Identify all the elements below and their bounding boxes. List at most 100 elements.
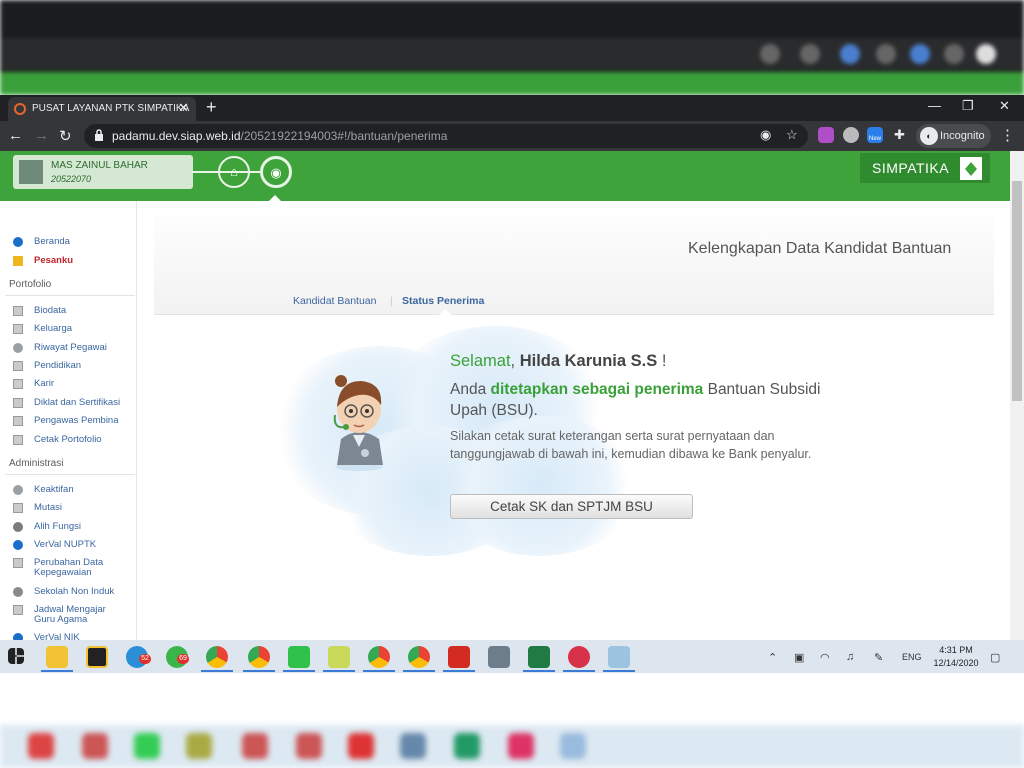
clock[interactable]: 4:31 PM 12/14/2020	[926, 644, 986, 670]
excel-icon[interactable]	[528, 646, 550, 668]
mascot-illustration	[333, 375, 383, 471]
active-tab-caret	[439, 309, 451, 315]
chrome-profile-icon[interactable]	[248, 646, 270, 668]
url-text: padamu.dev.siap.web.id/20521922194003#!/…	[112, 129, 448, 143]
navigation-bar: ← → ↻ padamu.dev.siap.web.id/20521922194…	[0, 121, 1024, 151]
chrome-icon[interactable]	[206, 646, 228, 668]
sidebar-heading-portofolio: Portofolio	[9, 279, 52, 290]
windows-start-icon[interactable]	[8, 648, 24, 664]
document-icon	[13, 361, 23, 371]
info-icon	[13, 633, 23, 640]
lock-icon	[95, 129, 103, 141]
divider	[5, 295, 135, 296]
document-icon	[13, 324, 23, 334]
volume-icon[interactable]: ♫	[846, 651, 854, 663]
calculator-icon[interactable]	[488, 646, 510, 668]
content-header-panel	[154, 203, 994, 315]
telegram-badge: 52	[139, 654, 151, 664]
address-bar[interactable]: padamu.dev.siap.web.id/20521922194003#!/…	[84, 124, 808, 148]
running-indicator	[363, 670, 395, 672]
file-explorer-icon[interactable]	[46, 646, 68, 668]
chrome-profile-2-icon[interactable]	[368, 646, 390, 668]
running-indicator	[603, 670, 635, 672]
tab-separator: |	[390, 295, 393, 307]
running-indicator	[201, 670, 233, 672]
tab-status-penerima[interactable]: Status Penerima	[402, 295, 484, 307]
window-close-icon[interactable]: ✕	[999, 98, 1010, 114]
page-scrollbar[interactable]	[1010, 151, 1024, 640]
transfer-icon	[13, 503, 23, 513]
school-icon	[13, 587, 23, 597]
clock-date: 12/14/2020	[933, 658, 979, 668]
sidebar-heading-administrasi: Administrasi	[9, 458, 64, 469]
browser-window: PUSAT LAYANAN PTK SIMPATIKA ✕ + — ❐ ✕ ← …	[0, 95, 1024, 640]
wifi-icon[interactable]: ◠	[820, 651, 830, 664]
tray-app-icon[interactable]: ▣	[794, 651, 804, 664]
institution-icon[interactable]: ⌂	[218, 156, 250, 188]
document-icon	[13, 435, 23, 445]
clock-time: 4:31 PM	[939, 645, 973, 655]
app-icon[interactable]	[568, 646, 590, 668]
running-indicator	[283, 670, 315, 672]
tab-kandidat-bantuan[interactable]: Kandidat Bantuan	[293, 295, 377, 307]
tab-strip: PUSAT LAYANAN PTK SIMPATIKA ✕ + — ❐ ✕	[0, 95, 1024, 121]
running-indicator	[523, 670, 555, 672]
running-indicator	[243, 670, 275, 672]
extension-icon[interactable]	[818, 127, 834, 143]
pen-icon[interactable]: ✎	[874, 651, 883, 664]
greeting-message: Selamat, Hilda Karunia S.S !	[450, 352, 667, 370]
language-indicator[interactable]: ENG	[902, 652, 922, 662]
brand-name: SIMPATIKA	[872, 160, 950, 176]
document-icon	[13, 416, 23, 426]
background-blurred-window-bottom	[0, 673, 1024, 768]
document-icon	[13, 379, 23, 389]
profile-home-icon[interactable]: ◉	[260, 156, 292, 188]
user-id: 20522070	[51, 174, 92, 184]
minimize-icon[interactable]: —	[928, 98, 941, 113]
bookmark-star-icon[interactable]: ☆	[786, 127, 798, 143]
document-icon	[13, 558, 23, 568]
globe-extension-icon[interactable]	[843, 127, 859, 143]
incognito-indicator[interactable]: ◐ Incognito	[916, 124, 991, 148]
document-icon	[13, 398, 23, 408]
screenshot-tool-icon[interactable]	[608, 646, 630, 668]
person-icon	[13, 522, 23, 532]
tray-chevron-icon[interactable]: ⌃	[768, 651, 777, 664]
chrome-profile-3-icon[interactable]	[408, 646, 430, 668]
site-header: MAS ZAINUL BAHAR 20522070 ⌂ ◉ SIMPATIKA	[0, 151, 1010, 202]
divider	[5, 474, 135, 475]
forward-icon[interactable]: →	[34, 127, 49, 144]
brand-badge[interactable]: SIMPATIKA	[860, 153, 990, 183]
running-indicator	[323, 670, 355, 672]
notifications-icon[interactable]: ▢	[990, 651, 1000, 664]
sticky-notes-icon[interactable]	[86, 646, 108, 668]
tab-close-icon[interactable]: ✕	[178, 100, 189, 116]
restore-icon[interactable]: ❐	[962, 98, 974, 114]
new-extension-icon[interactable]: New	[867, 127, 883, 143]
info-icon	[13, 237, 23, 247]
puzzle-extensions-icon[interactable]: ✚	[894, 127, 905, 143]
whatsapp-badge: 69	[177, 654, 189, 664]
browser-tab[interactable]: PUSAT LAYANAN PTK SIMPATIKA ✕	[8, 97, 196, 121]
user-card[interactable]: MAS ZAINUL BAHAR 20522070	[13, 155, 193, 189]
pdf-reader-icon[interactable]	[448, 646, 470, 668]
user-name: MAS ZAINUL BAHAR	[51, 160, 148, 171]
favicon-icon	[14, 103, 26, 115]
scrollbar-thumb[interactable]	[1012, 181, 1022, 401]
document-icon	[13, 605, 23, 615]
tracking-protection-icon[interactable]: ◉	[760, 127, 771, 143]
recipient-status-message: Anda ditetapkan sebagai penerima Bantuan…	[450, 381, 821, 419]
print-sk-sptjm-button[interactable]: Cetak SK dan SPTJM BSU	[450, 494, 693, 519]
running-indicator	[41, 670, 73, 672]
line-icon[interactable]	[288, 646, 310, 668]
instruction-text: Silakan cetak surat keterangan serta sur…	[450, 429, 812, 461]
menu-kebab-icon[interactable]: ⋮	[1000, 126, 1015, 144]
back-icon[interactable]: ←	[8, 127, 23, 144]
tab-title: PUSAT LAYANAN PTK SIMPATIKA	[32, 103, 190, 114]
image-app-icon[interactable]	[328, 646, 350, 668]
sidebar: Beranda Pesanku Portofolio Biodata Kelua…	[0, 201, 137, 640]
new-tab-button[interactable]: +	[206, 97, 217, 118]
message-alert-icon	[13, 256, 23, 266]
recipient-name: Hilda Karunia S.S	[519, 352, 658, 370]
reload-icon[interactable]: ↻	[59, 127, 72, 145]
